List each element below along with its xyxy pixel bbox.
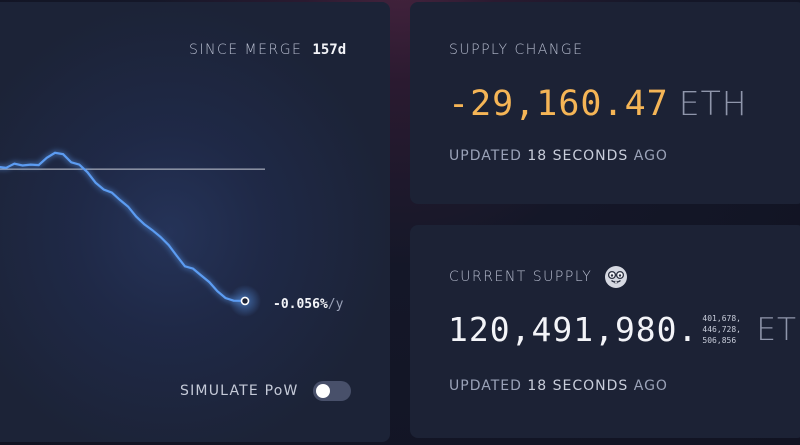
current-supply-unit: ETH [756,311,800,348]
supply-change-unit: ETH [678,84,748,123]
current-supply-number: 120,491,980. [448,310,699,349]
current-supply-title: CURRENT SUPPLY [449,269,593,285]
simulate-pow-row: SIMULATE PoW [180,381,351,401]
decimals-line-1: 401,678, [702,314,741,323]
supply-change-card: SUPPLY CHANGE -29,160.47 ETH UPDATED 18 … [410,2,800,204]
current-supply-amount: 120,491,980. 401,678, 446,728, 506,856 E… [448,310,800,349]
updated-prefix: UPDATED [449,148,522,164]
decimals-line-2: 446,728, [702,325,741,334]
simulate-pow-label: SIMULATE PoW [180,383,299,399]
burn-rate-unit: /y [327,297,344,312]
supply-line-chart [0,151,265,317]
updated-time: 18 SECONDS [527,378,629,394]
decimals-line-3: 506,856 [702,336,737,345]
updated-time: 18 SECONDS [527,148,629,164]
updated-suffix: AGO [633,148,668,164]
current-supply-updated: UPDATED 18 SECONDS AGO [449,378,668,394]
toggle-knob [315,384,330,398]
nerd-face-icon[interactable] [604,265,628,289]
simulate-pow-toggle[interactable] [312,381,351,401]
supply-change-number: -29,160.47 [448,84,669,124]
supply-series-line [0,151,246,302]
current-supply-header: CURRENT SUPPLY [449,265,628,289]
updated-suffix: AGO [633,378,668,394]
supply-change-updated: UPDATED 18 SECONDS AGO [449,148,668,164]
supply-chart-card: SINCE MERGE 157d -0.056% /y SIMULATE PoW [0,2,390,442]
current-point-marker[interactable] [240,296,250,306]
supply-change-amount: -29,160.47 ETH [448,84,748,124]
burn-rate-value: -0.056% [273,297,328,312]
current-supply-decimals: 401,678, 446,728, 506,856 [702,313,746,346]
current-supply-card: CURRENT SUPPLY 120,491,980. 401,678, 446… [410,225,800,438]
updated-prefix: UPDATED [449,378,522,394]
burn-rate-label: -0.056% /y [273,297,343,312]
supply-change-title: SUPPLY CHANGE [449,42,584,58]
